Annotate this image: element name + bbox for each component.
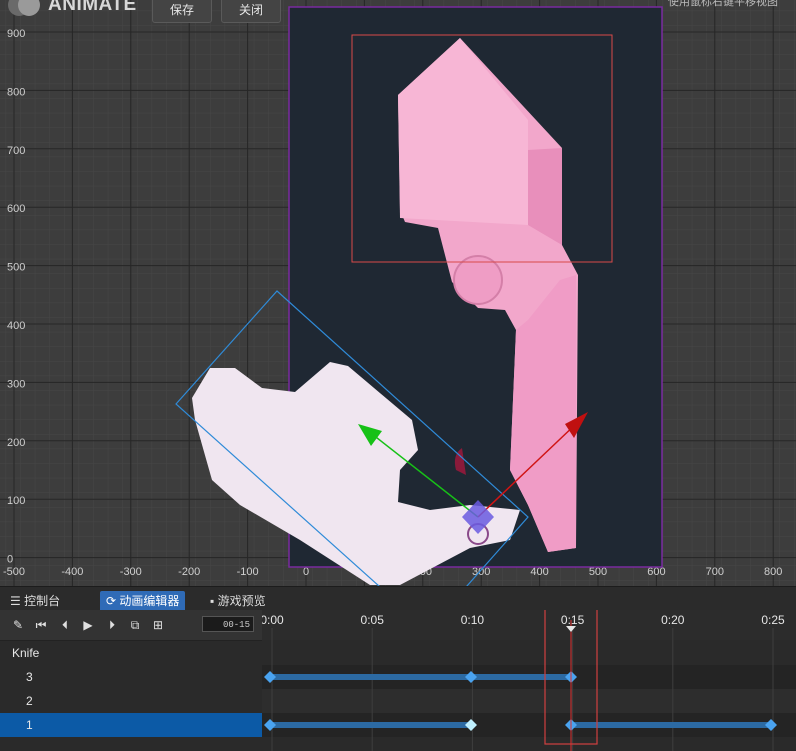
app-logo-text: ANIMATE — [48, 0, 137, 15]
top-bar: ANIMATE 保存 关闭 使用鼠标右键平移视图 — [0, 0, 796, 23]
track-label: 3 — [26, 670, 33, 684]
y-axis-label: 300 — [7, 378, 25, 390]
tab-animation-editor[interactable]: ⟳ 动画编辑器 — [100, 591, 186, 611]
y-axis-label: 700 — [7, 145, 25, 157]
x-axis-label: 800 — [764, 566, 782, 578]
animation-icon: ⟳ — [106, 594, 117, 608]
ruler-label: 0:10 — [461, 613, 485, 627]
camera-icon: ▪ — [210, 594, 215, 608]
animation-editor-panel: ✎ ⏮ ⏴ ▶ ⏵ ⧉ ⊞ 00-15 Knife 3 2 1 0:00 0:0… — [0, 610, 796, 751]
ruler-label: 0:15 — [561, 613, 585, 627]
scene-viewport[interactable]: -500 -400 -300 -200 -100 0 100 200 300 400 500 600 7… — [0, 0, 796, 586]
track-row-2[interactable]: 2 — [0, 689, 262, 713]
edit-icon[interactable]: ✎ — [11, 618, 25, 632]
track-row-1[interactable]: 1 — [0, 713, 262, 737]
x-axis-label: 500 — [589, 566, 607, 578]
frame-input[interactable]: 00-15 — [202, 616, 254, 632]
y-axis-label: 600 — [7, 203, 25, 215]
tab-console[interactable]: ☰ 控制台 — [4, 591, 66, 611]
save-button[interactable]: 保存 — [152, 0, 212, 23]
track-row-knife[interactable]: Knife — [0, 641, 262, 665]
y-axis-label: 400 — [7, 320, 25, 332]
timeline[interactable]: 0:00 0:05 0:10 0:15 0:20 0:25 — [262, 610, 796, 751]
prev-frame-icon[interactable]: ⏴ — [58, 618, 72, 632]
y-axis-label: 500 — [7, 262, 25, 274]
ruler-label: 0:20 — [661, 613, 685, 627]
time-ruler[interactable] — [262, 610, 796, 640]
tab-animation-editor-label: 动画编辑器 — [119, 594, 180, 608]
animation-toolbar: ✎ ⏮ ⏴ ▶ ⏵ ⧉ ⊞ 00-15 — [0, 610, 262, 641]
panel-tab-bar: ☰ 控制台 ⟳ 动画编辑器 ▪ 游戏预览 — [0, 586, 796, 611]
add-icon[interactable]: ⊞ — [151, 618, 165, 632]
tab-game-preview[interactable]: ▪ 游戏预览 — [204, 591, 272, 611]
tab-game-preview-label: 游戏预览 — [217, 594, 266, 608]
ruler-label: 0:25 — [761, 613, 785, 627]
track-label: Knife — [12, 646, 40, 660]
x-axis-label: -300 — [120, 566, 142, 578]
close-button[interactable]: 关闭 — [221, 0, 281, 23]
x-axis-label: 300 — [472, 566, 490, 578]
y-axis-label: 0 — [7, 554, 13, 566]
pan-hint-text: 使用鼠标右键平移视图 — [668, 0, 778, 8]
next-frame-icon[interactable]: ⏵ — [105, 618, 119, 632]
x-axis-label: 700 — [706, 566, 724, 578]
track-label: 1 — [26, 718, 33, 732]
play-icon[interactable]: ▶ — [81, 618, 95, 632]
x-axis-label: 400 — [530, 566, 548, 578]
export-icon[interactable]: ⧉ — [128, 618, 142, 632]
logo-icon-secondary — [18, 0, 40, 16]
tab-console-label: 控制台 — [24, 594, 61, 608]
x-axis-label: -400 — [61, 566, 83, 578]
skip-first-icon[interactable]: ⏮ — [34, 618, 48, 632]
track-label: 2 — [26, 694, 33, 708]
y-axis-label: 200 — [7, 437, 25, 449]
ruler-label: 0:05 — [361, 613, 385, 627]
track-list: ✎ ⏮ ⏴ ▶ ⏵ ⧉ ⊞ 00-15 Knife 3 2 1 — [0, 610, 262, 751]
x-axis-label: -100 — [237, 566, 259, 578]
x-axis-label: -500 — [3, 566, 25, 578]
x-axis-label: 600 — [647, 566, 665, 578]
y-axis-label: 100 — [7, 495, 25, 507]
ruler-label: 0:00 — [262, 613, 284, 627]
list-icon: ☰ — [10, 594, 21, 608]
x-axis-label: -200 — [178, 566, 200, 578]
track-row-3[interactable]: 3 — [0, 665, 262, 689]
y-axis-label: 900 — [7, 28, 25, 40]
x-axis-label: 0 — [303, 566, 309, 578]
y-axis-label: 800 — [7, 86, 25, 98]
